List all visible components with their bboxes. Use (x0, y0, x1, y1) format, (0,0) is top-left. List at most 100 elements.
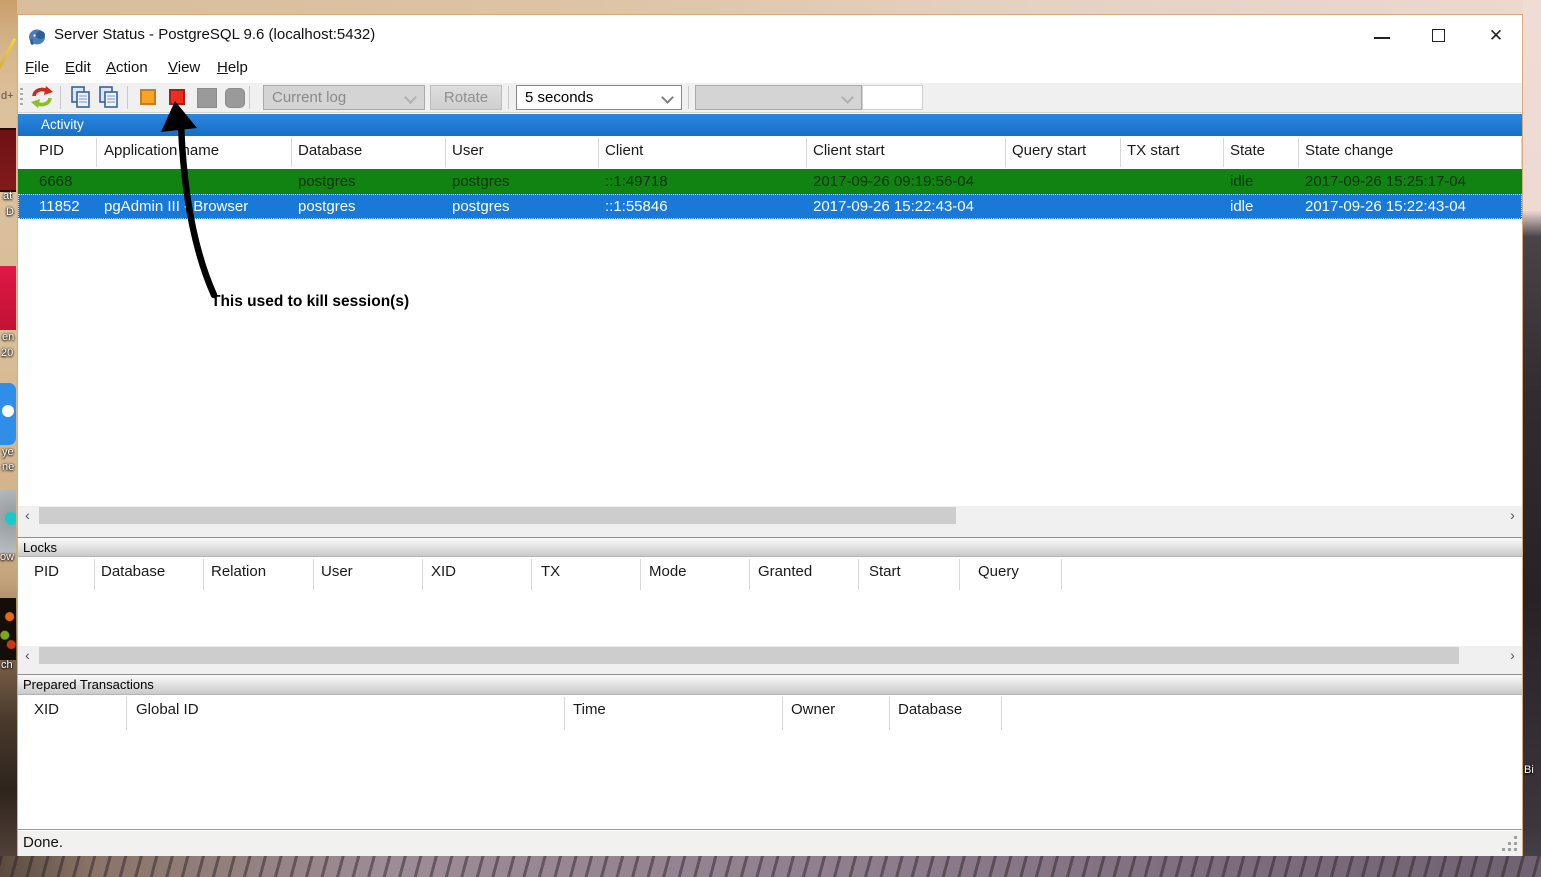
column-separator[interactable] (598, 138, 599, 167)
terminate-backend-icon[interactable] (169, 89, 185, 105)
column-separator[interactable] (640, 559, 641, 590)
desktop-icon-crimson[interactable] (0, 266, 16, 330)
column-header-database[interactable]: Database (298, 142, 362, 159)
refresh-icon[interactable] (30, 86, 54, 109)
column-header-user[interactable]: User (452, 142, 484, 159)
desktop-label-fragment: at (3, 190, 12, 202)
column-header-xid[interactable]: XID (431, 563, 456, 580)
column-header-time[interactable]: Time (573, 701, 606, 718)
column-separator[interactable] (1120, 138, 1121, 167)
refresh-rate-combobox[interactable]: 5 seconds (516, 85, 682, 110)
commit-prepared-icon[interactable] (197, 88, 217, 108)
column-separator[interactable] (94, 559, 95, 590)
column-separator[interactable] (782, 697, 783, 730)
column-header-client-start[interactable]: Client start (813, 142, 885, 159)
menu-help[interactable]: Help (217, 59, 248, 76)
annotation-label: This used to kill session(s) (211, 293, 409, 311)
menu-file[interactable]: File (25, 59, 49, 76)
column-separator[interactable] (203, 559, 204, 590)
cell-pid: 6668 (39, 169, 72, 194)
copy-icon[interactable] (69, 86, 93, 110)
column-header-query-start[interactable]: Query start (1012, 142, 1086, 159)
column-header-database[interactable]: Database (898, 701, 962, 718)
column-separator[interactable] (1005, 138, 1006, 167)
activity-table: PID Application name Database User Clien… (18, 136, 1522, 506)
scroll-left-icon[interactable]: ‹ (18, 506, 37, 525)
column-separator[interactable] (889, 697, 890, 730)
logfile-combobox[interactable]: Current log (263, 85, 425, 110)
column-header-xid[interactable]: XID (34, 701, 59, 718)
column-header-tx[interactable]: TX (541, 563, 560, 580)
column-separator[interactable] (445, 138, 446, 167)
column-separator[interactable] (1223, 138, 1224, 167)
scrollbar-thumb[interactable] (39, 507, 956, 524)
column-separator[interactable] (1001, 697, 1002, 730)
activity-horizontal-scrollbar[interactable]: ‹ › (18, 506, 1522, 525)
scrollbar-thumb[interactable] (39, 647, 1459, 664)
cell-state-change: 2017-09-26 15:22:43-04 (1305, 194, 1466, 219)
menu-action[interactable]: Action (106, 59, 148, 76)
rotate-button[interactable]: Rotate (430, 85, 502, 110)
column-header-granted[interactable]: Granted (758, 563, 812, 580)
column-header-database[interactable]: Database (101, 563, 165, 580)
minimize-icon (1374, 37, 1390, 39)
cancel-query-icon[interactable] (140, 89, 156, 105)
cell-state: idle (1230, 194, 1253, 219)
column-separator[interactable] (749, 559, 750, 590)
column-header-state-change[interactable]: State change (1305, 142, 1393, 159)
column-separator[interactable] (96, 138, 97, 167)
column-separator[interactable] (1521, 138, 1522, 167)
splitter[interactable] (18, 525, 1522, 537)
column-header-pid[interactable]: PID (39, 142, 64, 159)
splitter[interactable] (18, 664, 1522, 674)
menu-edit[interactable]: Edit (65, 59, 91, 76)
toolbar-separator (60, 86, 61, 109)
close-button[interactable]: ✕ (1479, 23, 1513, 49)
desktop-icon-flame[interactable] (0, 598, 16, 660)
copy-query-icon[interactable] (97, 86, 121, 110)
column-header-appname[interactable]: Application name (104, 142, 219, 159)
toolbar-white-field[interactable] (862, 85, 923, 110)
column-separator[interactable] (313, 559, 314, 590)
column-separator[interactable] (422, 559, 423, 590)
maximize-button[interactable] (1422, 23, 1456, 49)
column-separator[interactable] (858, 559, 859, 590)
column-header-client[interactable]: Client (605, 142, 643, 159)
column-separator[interactable] (1298, 138, 1299, 167)
column-header-globalid[interactable]: Global ID (136, 701, 199, 718)
column-header-owner[interactable]: Owner (791, 701, 835, 718)
activity-row-6668[interactable]: 6668 postgres postgres ::1:49718 2017-09… (18, 169, 1522, 194)
toolbar-grip[interactable] (20, 88, 23, 107)
locks-horizontal-scrollbar[interactable]: ‹ › (18, 646, 1522, 664)
scroll-right-icon[interactable]: › (1503, 506, 1522, 525)
column-header-pid[interactable]: PID (34, 563, 59, 580)
column-separator[interactable] (126, 697, 127, 730)
minimize-button[interactable] (1365, 23, 1399, 49)
activity-row-11852-selected[interactable]: 11852 pgAdmin III - Browser postgres pos… (18, 194, 1522, 219)
column-separator[interactable] (564, 697, 565, 730)
scroll-left-icon[interactable]: ‹ (18, 646, 37, 665)
rollback-prepared-icon[interactable] (225, 88, 245, 108)
desktop-icon-gear[interactable] (0, 490, 16, 553)
desktop-icon-blue[interactable] (0, 383, 16, 445)
column-header-query[interactable]: Query (978, 563, 1019, 580)
column-header-start[interactable]: Start (869, 563, 901, 580)
title-bar[interactable]: Server Status - PostgreSQL 9.6 (localhos… (18, 15, 1522, 56)
column-separator[interactable] (1061, 559, 1062, 590)
column-header-user[interactable]: User (321, 563, 353, 580)
scroll-right-icon[interactable]: › (1503, 646, 1522, 665)
column-separator[interactable] (291, 138, 292, 167)
column-separator[interactable] (806, 138, 807, 167)
menu-view[interactable]: View (168, 59, 200, 76)
column-header-tx-start[interactable]: TX start (1127, 142, 1180, 159)
column-header-relation[interactable]: Relation (211, 563, 266, 580)
column-header-state[interactable]: State (1230, 142, 1265, 159)
chevron-down-icon (404, 91, 417, 104)
column-separator[interactable] (959, 559, 960, 590)
desktop-icon-maroon[interactable] (0, 128, 16, 192)
cell-client-start: 2017-09-26 09:19:56-04 (813, 169, 974, 194)
resize-grip-icon[interactable] (1514, 848, 1517, 851)
column-header-mode[interactable]: Mode (649, 563, 687, 580)
column-separator[interactable] (531, 559, 532, 590)
empty-combobox[interactable] (695, 85, 862, 110)
